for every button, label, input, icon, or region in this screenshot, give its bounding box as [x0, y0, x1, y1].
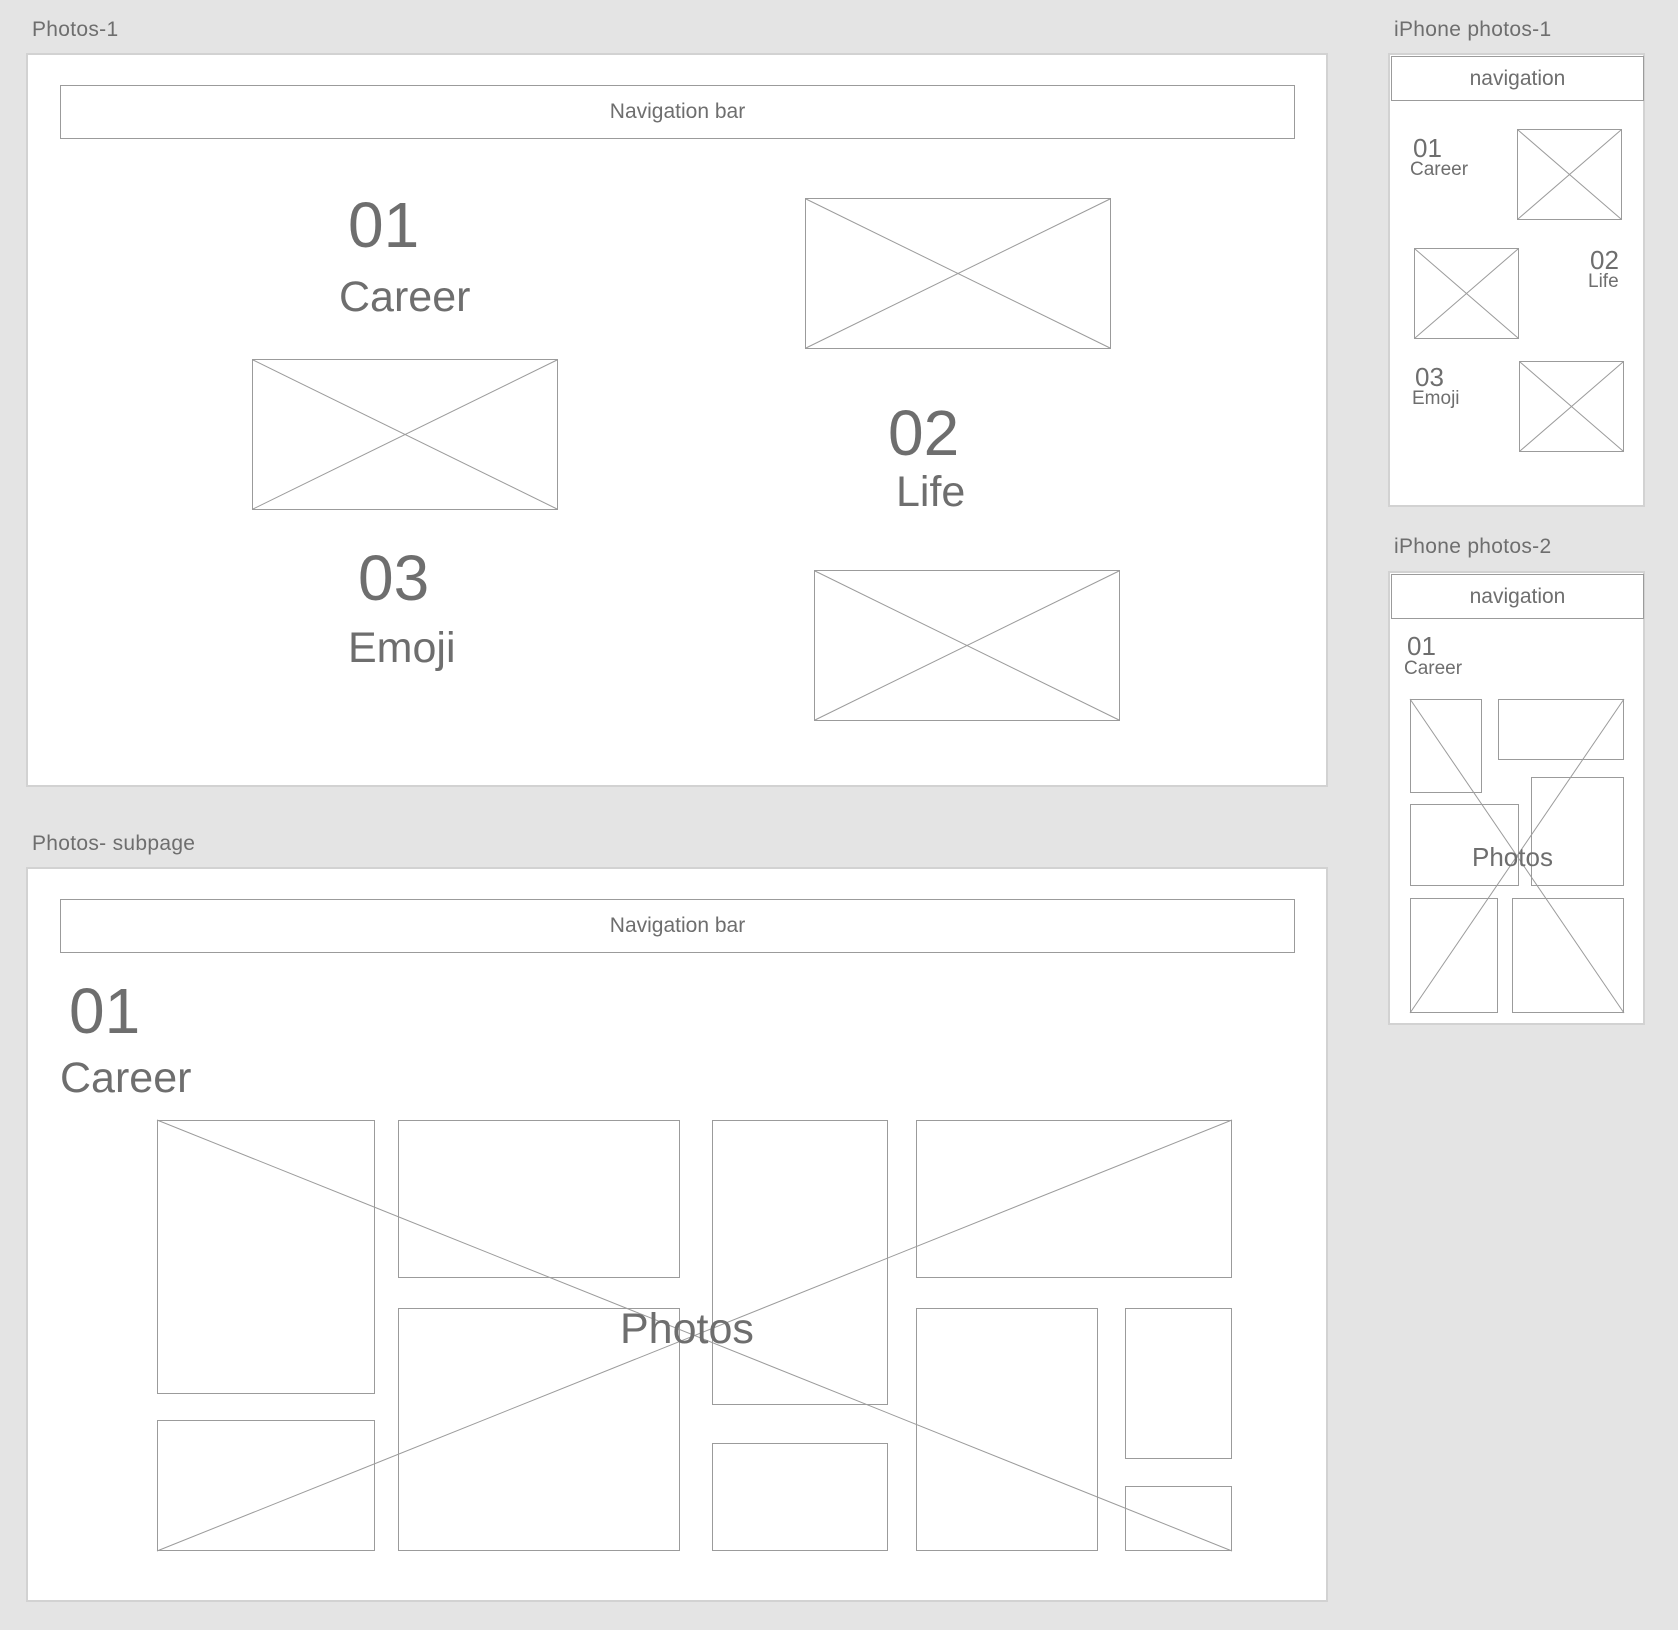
image-placeholder-emoji[interactable] — [814, 570, 1120, 721]
image-placeholder-x-icon — [806, 199, 1110, 348]
image-placeholder-life[interactable] — [1414, 248, 1519, 339]
section-number: 01 — [69, 975, 141, 1047]
photo-tile[interactable] — [1125, 1308, 1232, 1459]
photo-tile[interactable] — [398, 1120, 680, 1278]
navigation-bar[interactable]: Navigation bar — [60, 899, 1295, 953]
navigation-bar[interactable]: navigation — [1391, 574, 1644, 619]
section-number: 01 — [1407, 631, 1436, 661]
section-number-career: 01 — [348, 189, 420, 261]
photo-tile[interactable] — [1125, 1486, 1232, 1551]
photo-tile[interactable] — [157, 1420, 375, 1551]
photo-tile[interactable] — [916, 1120, 1232, 1278]
section-title-emoji[interactable]: Emoji — [1412, 389, 1460, 408]
artboard-iphone-photos-1[interactable]: navigation 01 Career 02 Life 03 Emoji — [1388, 53, 1645, 507]
photos-label: Photos — [1472, 842, 1553, 872]
artboard-iphone-photos-2[interactable]: navigation 01 Career Photos — [1388, 571, 1645, 1025]
image-placeholder-emoji[interactable] — [1519, 361, 1624, 452]
photos-label: Photos — [620, 1305, 754, 1353]
photo-tile[interactable] — [1410, 898, 1498, 1013]
photo-tile[interactable] — [1410, 699, 1482, 793]
artboard-photos-subpage[interactable]: Navigation bar 01 Career Photos — [26, 867, 1328, 1602]
frame-label-iphone-photos-1: iPhone photos-1 — [1394, 18, 1552, 41]
section-title-career[interactable]: Career — [339, 276, 470, 319]
navigation-bar[interactable]: navigation — [1391, 56, 1644, 101]
artboard-photos-1[interactable]: Navigation bar 01 Career 02 Life 03 Emoj… — [26, 53, 1328, 787]
image-placeholder-x-icon — [815, 571, 1119, 720]
image-placeholder-career[interactable] — [1517, 129, 1622, 220]
section-number-career: 01 — [1413, 133, 1442, 163]
section-number-emoji: 03 — [358, 542, 430, 614]
image-placeholder-x-icon — [1415, 249, 1518, 338]
photo-tile[interactable] — [1512, 898, 1624, 1013]
photo-tile[interactable] — [916, 1308, 1098, 1551]
section-number-life: 02 — [888, 397, 960, 469]
photo-tile[interactable] — [712, 1120, 888, 1405]
section-title-life[interactable]: Life — [896, 471, 965, 514]
section-title-life[interactable]: Life — [1588, 272, 1619, 291]
photo-tile[interactable] — [157, 1120, 375, 1394]
photo-tile[interactable] — [712, 1443, 888, 1551]
section-title-career[interactable]: Career — [1410, 160, 1468, 179]
frame-label-photos-subpage: Photos- subpage — [32, 832, 196, 855]
navigation-bar[interactable]: Navigation bar — [60, 85, 1295, 139]
section-title-emoji[interactable]: Emoji — [348, 627, 456, 670]
section-title: Career — [60, 1054, 192, 1102]
photo-tile[interactable] — [1498, 699, 1624, 760]
section-number-emoji: 03 — [1415, 362, 1444, 392]
section-number-life: 02 — [1590, 245, 1619, 275]
section-title: Career — [1404, 658, 1463, 679]
image-placeholder-career[interactable] — [252, 359, 558, 510]
image-placeholder-x-icon — [253, 360, 557, 509]
image-placeholder-life[interactable] — [805, 198, 1111, 349]
frame-label-iphone-photos-2: iPhone photos-2 — [1394, 535, 1552, 558]
image-placeholder-x-icon — [1518, 130, 1621, 219]
image-placeholder-x-icon — [1520, 362, 1623, 451]
frame-label-photos-1: Photos-1 — [32, 18, 119, 41]
